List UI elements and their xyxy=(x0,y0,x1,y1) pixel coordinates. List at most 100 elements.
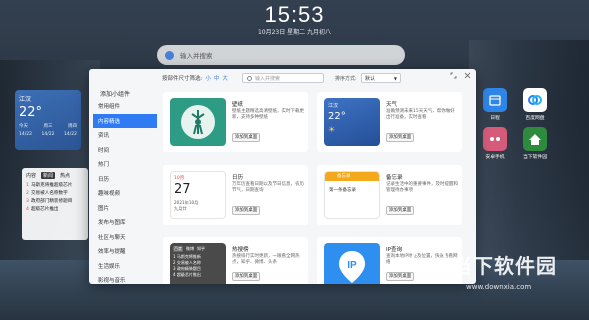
size-filter: 按部件尺寸筛选: 小 中 大 xyxy=(162,74,228,82)
weather-widget[interactable]: 江汉 22° 今天 周三 周四 14/22 14/22 14/22 xyxy=(15,90,81,150)
news-item[interactable]: 1 马斯克将推超级芯片 xyxy=(26,182,84,190)
add-to-desktop-button[interactable]: 添加到桌面 xyxy=(232,133,260,142)
widget-name: 备忘录 xyxy=(386,175,403,181)
memo-thumbnail: 备忘录 第一条备忘录 xyxy=(324,171,380,219)
desktop-search-placeholder: 输入并搜索 xyxy=(180,52,213,60)
weather-range: 14/22 xyxy=(64,132,77,137)
hotlist-thumbnail: 百度 微博 知乎 1 马斯克将推新 2 交易被人名称 3 政府精装题目 4 超级… xyxy=(170,243,226,284)
weather-thumb-city: 江汉 xyxy=(328,103,339,109)
close-icon xyxy=(464,72,470,79)
widget-card-wallpaper[interactable]: 壁纸 壁纸主题精选高清壁纸，实时下载更新，支持多种壁纸 添加到桌面 xyxy=(163,92,308,152)
widget-card-memo[interactable]: 备忘录 第一条备忘录 备忘录 记录生活中的重要事件，及时提醒和管理待办事项 添加… xyxy=(317,165,462,225)
desktop-clock: 15:53 xyxy=(264,2,325,27)
news-widget[interactable]: 内容 新闻 热点 1 马斯克将推超级芯片 2 交易被人名称数字 3 政府部门精装修题目… xyxy=(22,168,88,240)
category-item[interactable]: 生活娱乐 xyxy=(93,259,157,274)
size-filter-label: 按部件尺寸筛选: xyxy=(162,76,203,82)
category-item[interactable]: 资讯 xyxy=(93,128,157,143)
category-item[interactable]: 社区与聊天 xyxy=(93,230,157,245)
downxia-app-label: 当下软件园 xyxy=(523,155,547,160)
category-item[interactable]: 效率与提醒 xyxy=(93,244,157,259)
widget-desc: 壁纸主题精选高清壁纸，实时下载更新，支持多种壁纸 xyxy=(232,109,304,120)
desktop-search-bar[interactable]: 输入并搜索 xyxy=(157,45,405,65)
size-filter-medium[interactable]: 中 xyxy=(214,74,220,82)
widget-desc: 万年历查看日期以及节日信息，农历节气，日期查询 xyxy=(232,182,304,193)
android-phone-label: 安卓手机 xyxy=(485,155,505,160)
search-icon xyxy=(247,75,252,81)
add-to-desktop-button[interactable]: 添加到桌面 xyxy=(386,272,414,281)
news-tab[interactable]: 热点 xyxy=(60,172,70,179)
news-tab[interactable]: 内容 xyxy=(26,172,36,179)
svg-text:IP: IP xyxy=(347,260,357,271)
calendar-thumb-day: 27 xyxy=(174,182,191,197)
weather-day: 周三 xyxy=(43,124,53,129)
category-item[interactable]: 常用组件 xyxy=(93,99,157,114)
add-to-desktop-button[interactable]: 添加到桌面 xyxy=(386,206,414,215)
category-item[interactable]: 热门 xyxy=(93,157,157,172)
widget-desc: 记录生活中的重要事件，及时提醒和管理待办事项 xyxy=(386,182,458,193)
widget-desc: 准确预测未来15天天气，帮你做好出行准备，实时查看 xyxy=(386,109,455,120)
dialog-search-input[interactable]: 输入并搜索 xyxy=(242,73,324,83)
wallpaper-thumbnail xyxy=(170,98,226,146)
weather-day: 今天 xyxy=(19,124,28,129)
widget-name: IP查询 xyxy=(386,247,402,253)
sort-label: 排序方式: xyxy=(335,76,357,82)
android-phone-icon[interactable] xyxy=(483,127,507,151)
widget-card-weather[interactable]: 江汉 22° ☀ 天气 准确预测未来15天天气，帮你做好出行准备，实时查看 添加… xyxy=(317,92,462,152)
ip-thumbnail: IP xyxy=(324,243,380,284)
watermark-logo-icon xyxy=(411,243,447,279)
weather-temp: 22° xyxy=(19,105,43,120)
sort-value: 默认 xyxy=(365,75,376,82)
size-filter-large[interactable]: 大 xyxy=(222,74,228,82)
category-item[interactable]: 图片 xyxy=(93,201,157,216)
weather-city: 江汉 xyxy=(19,96,32,103)
category-item[interactable]: 日历 xyxy=(93,172,157,187)
widget-name: 壁纸 xyxy=(232,102,244,108)
category-item[interactable]: 内容精选 xyxy=(93,113,157,128)
weather-day: 周四 xyxy=(68,124,77,129)
calendar-thumb-month: 10月 xyxy=(174,176,185,181)
add-to-desktop-button[interactable]: 添加到桌面 xyxy=(386,133,414,142)
add-to-desktop-button[interactable]: 添加到桌面 xyxy=(232,206,260,215)
widget-card-hotlist[interactable]: 百度 微博 知乎 1 马斯克将推新 2 交易被人名称 3 政府精装题目 4 超级… xyxy=(163,237,308,284)
category-sidebar: 常用组件 内容精选 资讯 时间 热门 日历 趣味视频 图片 发布与图库 社区与聊天 效率与提醒 生活娱… xyxy=(93,99,157,284)
watermark-text: 当下软件园 xyxy=(452,254,557,278)
widget-card-calendar[interactable]: 10月 27 2021年10月 九月廿 日历 万年历查看日期以及节日信息，农历节… xyxy=(163,165,308,225)
widget-name: 天气 xyxy=(386,102,398,108)
memo-thumb-text: 第一条备忘录 xyxy=(329,188,356,193)
maximize-button[interactable] xyxy=(448,72,458,82)
news-footer-label: 热搜 xyxy=(62,233,71,238)
downxia-app-icon[interactable] xyxy=(523,127,547,151)
category-item[interactable]: 时间 xyxy=(93,143,157,158)
baidu-netdisk-icon[interactable] xyxy=(523,88,547,112)
weather-range: 14/22 xyxy=(41,132,55,137)
news-item[interactable]: 4 超级芯片推出 xyxy=(26,206,84,214)
memo-thumb-tag: 备忘录 xyxy=(325,172,379,181)
watermark-url: www.downxia.com xyxy=(466,283,532,291)
widget-desc: 热搜排行实时更新，一眼看全网热点，知乎、微博、头条 xyxy=(232,254,300,265)
chevron-down-icon: ▼ xyxy=(393,75,397,81)
news-item[interactable]: 2 交易被人名称数字 xyxy=(26,190,84,198)
category-item[interactable]: 影视与音乐 xyxy=(93,273,157,284)
calendar-app-icon[interactable] xyxy=(483,88,507,112)
calendar-thumbnail: 10月 27 2021年10月 九月廿 xyxy=(170,171,226,219)
calendar-thumb-lunar: 九月廿 xyxy=(174,206,187,211)
size-filter-small[interactable]: 小 xyxy=(205,74,211,82)
category-item[interactable]: 趣味视频 xyxy=(93,186,157,201)
desktop-date: 10月23日 星期二 九月初八 xyxy=(257,29,332,36)
sun-icon: ☀ xyxy=(328,125,336,134)
weather-thumbnail: 江汉 22° ☀ xyxy=(324,98,380,146)
news-item[interactable]: 3 政府部门精装修题目 xyxy=(26,198,84,206)
sort-select[interactable]: 默认 ▼ xyxy=(361,73,401,83)
dialog-title: 添加小组件 xyxy=(100,91,131,98)
add-to-desktop-button[interactable]: 添加到桌面 xyxy=(232,272,260,281)
widget-name: 日历 xyxy=(232,175,244,181)
location-pin-icon: IP xyxy=(339,251,365,283)
weather-range: 14/22 xyxy=(19,132,32,137)
calendar-app-label: 日程 xyxy=(490,116,500,121)
news-tab-active[interactable]: 新闻 xyxy=(41,172,56,179)
search-engine-icon xyxy=(165,50,174,60)
dialog-search-placeholder: 输入并搜索 xyxy=(255,75,281,82)
category-item[interactable]: 发布与图库 xyxy=(93,215,157,230)
baidu-netdisk-label: 百度网盘 xyxy=(525,116,545,121)
close-button[interactable] xyxy=(462,72,472,82)
